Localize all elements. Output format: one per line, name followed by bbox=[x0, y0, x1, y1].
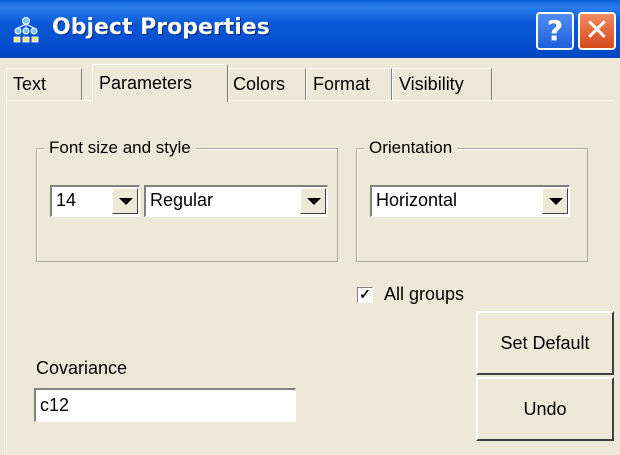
window-title: Object Properties bbox=[52, 15, 270, 40]
chevron-down-icon[interactable] bbox=[542, 188, 568, 214]
tab-label: Visibility bbox=[399, 74, 464, 94]
font-size-value: 14 bbox=[56, 190, 77, 210]
orientation-value: Horizontal bbox=[376, 190, 458, 210]
path-diagram-icon bbox=[13, 17, 39, 43]
tab-visibility[interactable]: Visibility bbox=[392, 68, 492, 100]
all-groups-checkbox[interactable]: ✓ bbox=[357, 287, 373, 303]
close-button[interactable]: ✕ bbox=[578, 12, 616, 50]
set-default-button[interactable]: Set Default bbox=[476, 311, 614, 375]
covariance-label: Covariance bbox=[36, 358, 128, 378]
undo-button[interactable]: Undo bbox=[476, 377, 614, 441]
help-icon: ? bbox=[546, 14, 564, 47]
font-style-select[interactable]: Regular bbox=[144, 185, 328, 217]
help-button[interactable]: ? bbox=[536, 12, 574, 50]
tab-label: Text bbox=[13, 74, 47, 94]
tab-label: Format bbox=[313, 74, 371, 94]
font-size-select[interactable]: 14 bbox=[50, 185, 140, 217]
object-properties-dialog: Object Properties ? ✕ Text Parameters Co… bbox=[0, 0, 620, 455]
tab-text[interactable]: Text bbox=[6, 68, 82, 100]
font-group-legend: Font size and style bbox=[44, 137, 196, 159]
tab-parameters[interactable]: Parameters bbox=[92, 64, 228, 102]
orientation-group-legend: Orientation bbox=[364, 137, 458, 159]
tab-format[interactable]: Format bbox=[306, 68, 392, 100]
orientation-select[interactable]: Horizontal bbox=[370, 185, 570, 217]
covariance-input[interactable] bbox=[34, 388, 296, 422]
tab-colors[interactable]: Colors bbox=[226, 68, 306, 100]
title-bar[interactable]: Object Properties ? ✕ bbox=[0, 0, 620, 58]
font-style-value: Regular bbox=[150, 190, 214, 210]
check-icon: ✓ bbox=[359, 286, 371, 302]
chevron-down-icon[interactable] bbox=[112, 188, 138, 214]
all-groups-label[interactable]: All groups bbox=[384, 284, 464, 305]
close-icon: ✕ bbox=[584, 13, 610, 48]
tab-label: Parameters bbox=[99, 73, 193, 93]
tab-label: Colors bbox=[233, 74, 286, 94]
chevron-down-icon[interactable] bbox=[300, 188, 326, 214]
